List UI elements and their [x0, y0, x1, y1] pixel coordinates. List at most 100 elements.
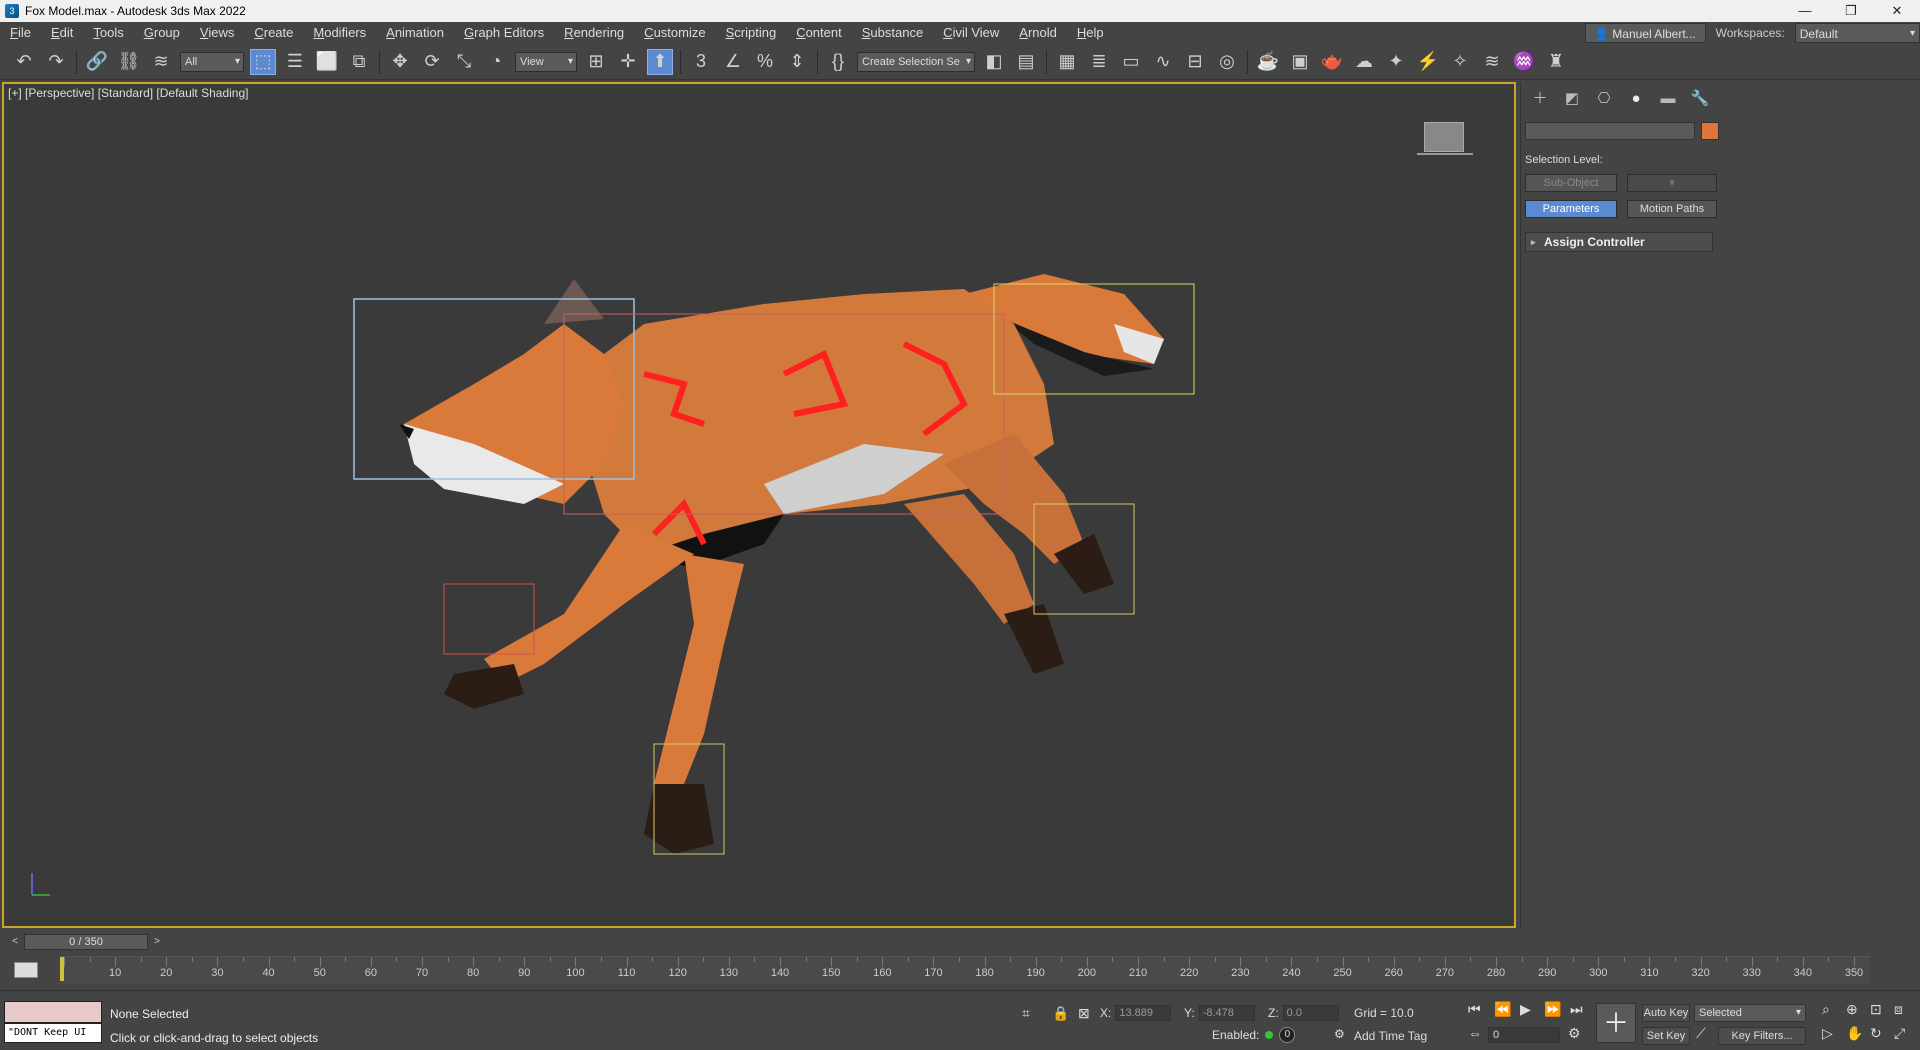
time-configuration-icon[interactable]: ⚙ — [1568, 1025, 1581, 1042]
previous-frame-icon[interactable]: ⏪ — [1494, 1001, 1511, 1018]
auto-key-button[interactable]: Auto Key — [1642, 1004, 1690, 1022]
zoom-extents-all-icon[interactable]: ⧈ — [1894, 1001, 1903, 1018]
prev-frame-arrow-icon[interactable]: < — [8, 934, 22, 950]
set-keys-button[interactable]: ＋ — [1596, 1003, 1636, 1043]
layer-explorer-icon[interactable]: ≣ — [1086, 49, 1112, 75]
add-time-tag[interactable]: Add Time Tag — [1354, 1029, 1427, 1043]
selection-filter-dropdown[interactable]: All — [180, 51, 244, 72]
material-editor-icon[interactable]: ◎ — [1214, 49, 1240, 75]
render-production-icon[interactable]: 🫖 — [1319, 49, 1345, 75]
user-account-button[interactable]: 👤 Manuel Albert... ▾ — [1585, 23, 1706, 61]
close-icon[interactable]: ✕ — [1874, 0, 1920, 22]
time-slider[interactable]: 0 / 350 — [24, 934, 148, 950]
named-selection-dropdown[interactable]: Create Selection Se — [857, 51, 975, 72]
app-icon[interactable]: 3 — [5, 4, 19, 18]
zoom-extents-icon[interactable]: ⊡ — [1870, 1001, 1882, 1018]
sub-object-button[interactable]: Sub-Object — [1525, 174, 1617, 192]
play-icon[interactable]: ▶ — [1520, 1001, 1531, 1018]
render-setup-icon[interactable]: ☕ — [1255, 49, 1281, 75]
menu-modifiers[interactable]: Modifiers — [303, 22, 376, 44]
key-filters-button[interactable]: Key Filters... — [1718, 1027, 1806, 1045]
zoom-all-icon[interactable]: ⊕ — [1846, 1001, 1858, 1018]
field-of-view-icon[interactable]: ▷ — [1822, 1025, 1833, 1042]
rect-selection-icon[interactable]: ⬜ — [314, 49, 340, 75]
maxscript-listener-mini[interactable] — [4, 1001, 102, 1023]
maximize-viewport-icon[interactable]: ⤢ — [1894, 1025, 1905, 1042]
display-tab-icon[interactable]: ▬ — [1657, 90, 1679, 108]
menu-substance[interactable]: Substance — [852, 22, 933, 44]
unlink-icon[interactable]: ⛓ — [116, 49, 142, 75]
assign-controller-rollout[interactable]: ▸ Assign Controller — [1525, 232, 1713, 252]
spinner-snap-icon[interactable]: ⇕ — [784, 49, 810, 75]
go-to-end-icon[interactable]: ⏭ — [1570, 1001, 1583, 1018]
track-bar[interactable]: 10 20 30 40 50 60 70 80 90 100 110 120 130 140 150 160 1… — [0, 952, 1920, 988]
reference-coordinate-dropdown[interactable]: View — [515, 51, 577, 72]
arnold-light-icon[interactable]: ✦ — [1383, 49, 1409, 75]
zoom-icon[interactable]: ⌕ — [1822, 1001, 1830, 1018]
undo-icon[interactable]: ↶ — [11, 49, 37, 75]
scene-explorer-icon[interactable]: ▦ — [1054, 49, 1080, 75]
biped-icon[interactable]: ♜ — [1543, 49, 1569, 75]
pan-view-icon[interactable]: ✋ — [1846, 1025, 1863, 1042]
isolate-selection-icon[interactable]: ⌗ — [1022, 1005, 1030, 1022]
selection-set-dropdown[interactable]: Selected — [1694, 1004, 1806, 1022]
menu-group[interactable]: Group — [134, 22, 190, 44]
menu-arnold[interactable]: Arnold — [1009, 22, 1067, 44]
menu-tools[interactable]: Tools — [83, 22, 133, 44]
snaps-toggle-icon[interactable]: 3 — [688, 49, 714, 75]
arnold-render-icon[interactable]: ✧ — [1447, 49, 1473, 75]
key-mode-toggle-icon[interactable]: ⇔ — [1468, 1025, 1482, 1041]
zero-counter[interactable]: 0 — [1279, 1027, 1296, 1043]
hierarchy-tab-icon[interactable]: ⎔ — [1593, 90, 1615, 108]
enabled-status-dot[interactable] — [1265, 1031, 1274, 1039]
move-icon[interactable]: ✥ — [387, 49, 413, 75]
menu-graph-editors[interactable]: Graph Editors — [454, 22, 554, 44]
z-coordinate-field[interactable]: 0.0 — [1282, 1005, 1339, 1021]
select-object-icon[interactable]: ⬚ — [250, 48, 276, 75]
edit-named-selection-icon[interactable]: {} — [825, 49, 851, 75]
menu-edit[interactable]: Edit — [41, 22, 83, 44]
object-color-swatch[interactable] — [1701, 122, 1719, 140]
modify-tab-icon[interactable]: ◩ — [1561, 90, 1583, 108]
select-by-name-icon[interactable]: ☰ — [282, 49, 308, 75]
minimize-icon[interactable]: — — [1782, 0, 1828, 22]
menu-views[interactable]: Views — [190, 22, 244, 44]
time-tag-icon[interactable]: ⚙ — [1334, 1027, 1345, 1041]
orbit-icon[interactable]: ↻ — [1870, 1025, 1882, 1042]
motion-paths-button[interactable]: Motion Paths — [1627, 200, 1717, 218]
utilities-tab-icon[interactable]: 🔧 — [1689, 90, 1711, 108]
go-to-start-icon[interactable]: ⏮ — [1468, 1001, 1481, 1018]
create-tab-icon[interactable]: ＋ — [1529, 90, 1551, 108]
x-coordinate-field[interactable]: 13.889 — [1115, 1005, 1172, 1021]
restore-icon[interactable]: ❐ — [1828, 0, 1874, 22]
curve-editor-icon[interactable]: ∿ — [1150, 49, 1176, 75]
rotate-icon[interactable]: ⟳ — [419, 49, 445, 75]
track-ruler[interactable]: 10 20 30 40 50 60 70 80 90 100 110 120 130 140 150 160 1… — [60, 956, 1870, 984]
menu-content[interactable]: Content — [786, 22, 852, 44]
toggle-ribbon-icon[interactable]: ▭ — [1118, 49, 1144, 75]
workspace-dropdown[interactable]: Default — [1794, 23, 1920, 44]
perspective-viewport[interactable]: [+] [Perspective] [Standard] [Default Sh… — [2, 82, 1516, 928]
scale-icon[interactable]: ⤡ — [451, 49, 477, 75]
menu-create[interactable]: Create — [244, 22, 303, 44]
next-frame-arrow-icon[interactable]: > — [150, 934, 164, 950]
redo-icon[interactable]: ↷ — [43, 49, 69, 75]
select-manipulate-icon[interactable]: ✛ — [615, 49, 641, 75]
menu-scripting[interactable]: Scripting — [716, 22, 787, 44]
default-in-out-tangents-icon[interactable]: ⟋ — [1696, 1025, 1706, 1042]
menu-file[interactable]: File — [0, 22, 41, 44]
window-crossing-icon[interactable]: ⧉ — [346, 49, 372, 75]
menu-help[interactable]: Help — [1067, 22, 1114, 44]
parameters-button[interactable]: Parameters — [1525, 200, 1617, 218]
render-in-cloud-icon[interactable]: ☁ — [1351, 49, 1377, 75]
maxscript-input[interactable]: "DONT Keep UI — [4, 1023, 102, 1043]
placement-icon[interactable]: ◔ — [483, 49, 509, 75]
bind-space-warp-icon[interactable]: ≋ — [148, 49, 174, 75]
absolute-mode-icon[interactable]: ⊠ — [1078, 1005, 1090, 1022]
next-frame-icon[interactable]: ⏩ — [1544, 1001, 1561, 1018]
track-bar-toggle-icon[interactable] — [14, 962, 38, 978]
object-name-field[interactable] — [1525, 122, 1695, 140]
y-coordinate-field[interactable]: -8.478 — [1198, 1005, 1255, 1021]
motion-tab-icon[interactable]: ● — [1625, 90, 1647, 108]
max-script-icon[interactable]: ♒ — [1511, 49, 1537, 75]
